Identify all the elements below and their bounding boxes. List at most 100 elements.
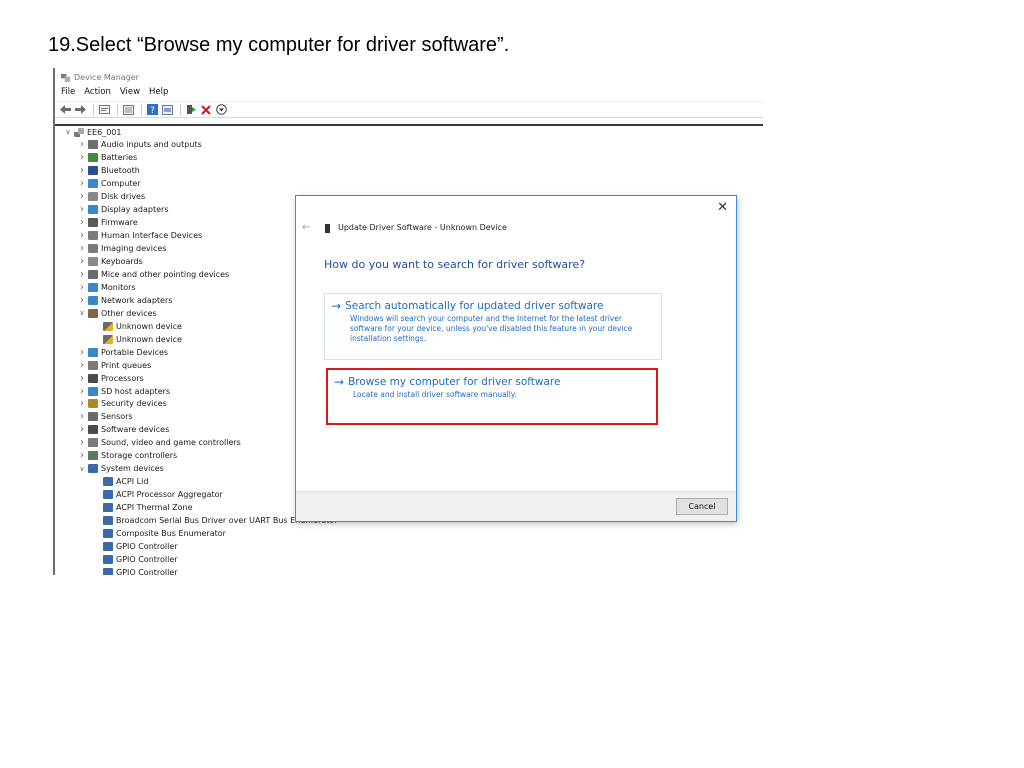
tree-category-item[interactable]: › Sensors	[77, 411, 133, 423]
tree-category-item[interactable]: › SD host adapters	[77, 385, 170, 397]
tree-category-item[interactable]: › Human Interface Devices	[77, 230, 202, 242]
menu-file[interactable]: File	[61, 87, 75, 97]
tree-item-label: Keyboards	[101, 257, 143, 266]
tree-category-item[interactable]: ∨ System devices	[77, 463, 164, 475]
tree-item-label: Human Interface Devices	[101, 231, 203, 241]
chevron-right-icon[interactable]: ›	[77, 424, 87, 435]
chevron-right-icon[interactable]: ›	[77, 373, 87, 384]
chevron-right-icon[interactable]: ›	[77, 282, 87, 293]
tree-child-item[interactable]: GPIO Controller	[102, 553, 178, 565]
dialog-question: How do you want to search for driver sof…	[324, 258, 586, 271]
tree-item-label: Composite Bus Enumerator	[116, 528, 226, 538]
view-icon[interactable]	[122, 104, 134, 116]
chevron-right-icon[interactable]: ›	[77, 360, 87, 371]
tree-category-item[interactable]: › Portable Devices	[77, 346, 168, 358]
menu-help[interactable]: Help	[149, 87, 168, 97]
download-icon[interactable]	[215, 104, 227, 116]
chevron-right-icon[interactable]: ›	[77, 386, 87, 397]
tree-child-item[interactable]: ACPI Processor Aggregator	[102, 489, 223, 501]
tree-category-item[interactable]: › Keyboards	[77, 256, 143, 268]
tree-item-label: Imaging devices	[101, 244, 167, 254]
chevron-right-icon[interactable]: ›	[77, 347, 87, 358]
tree-root[interactable]: ∨ EE6_001	[63, 126, 121, 138]
chevron-right-icon[interactable]: ›	[77, 243, 87, 254]
chevron-right-icon[interactable]: ›	[77, 398, 87, 409]
close-icon[interactable]: ✕	[717, 200, 728, 215]
search-automatically-option[interactable]: → Search automatically for updated drive…	[324, 293, 662, 360]
tree-category-item[interactable]: › Audio inputs and outputs	[77, 139, 202, 151]
tree-category-item[interactable]: › Network adapters	[77, 294, 172, 306]
cancel-button[interactable]: Cancel	[676, 498, 728, 515]
menu-bar: File Action View Help	[61, 85, 168, 99]
tree-category-item[interactable]: › Sound, video and game controllers	[77, 437, 241, 449]
tree-category-item[interactable]: › Software devices	[77, 424, 169, 436]
chevron-right-icon[interactable]: ›	[77, 191, 87, 202]
mouse-icon	[88, 269, 98, 279]
chevron-down-icon[interactable]: ∨	[77, 465, 87, 473]
chevron-right-icon[interactable]: ›	[77, 269, 87, 280]
chevron-right-icon[interactable]: ›	[77, 437, 87, 448]
toolbar-separator	[117, 104, 118, 115]
back-icon[interactable]	[59, 104, 71, 116]
chevron-right-icon[interactable]: ›	[77, 152, 87, 163]
menu-action[interactable]: Action	[84, 87, 111, 97]
tree-category-item[interactable]: › Monitors	[77, 281, 136, 293]
tree-child-item[interactable]: GPIO Controller	[102, 566, 178, 575]
scan-icon[interactable]	[161, 104, 173, 116]
browse-my-computer-option[interactable]: → Browse my computer for driver software…	[326, 368, 658, 425]
tree-item-label: Monitors	[101, 282, 136, 292]
tree-category-item[interactable]: › Display adapters	[77, 204, 169, 216]
tree-category-item[interactable]: › Computer	[77, 178, 141, 190]
chevron-right-icon[interactable]: ›	[77, 204, 87, 215]
tree-category-item[interactable]: › Storage controllers	[77, 450, 177, 462]
chevron-down-icon[interactable]: ∨	[77, 309, 87, 317]
menu-view[interactable]: View	[120, 87, 140, 97]
tree-child-item[interactable]: Composite Bus Enumerator	[102, 527, 226, 539]
warning-device-icon	[103, 321, 113, 331]
option-auto-description: Windows will search your computer and th…	[350, 314, 633, 343]
printer-icon	[88, 360, 98, 370]
tree-child-item[interactable]: Unknown device	[102, 320, 182, 332]
chevron-right-icon[interactable]: ›	[77, 450, 87, 461]
tree-item-label: Disk drives	[101, 192, 146, 202]
chevron-down-icon[interactable]: ∨	[63, 128, 73, 136]
tree-category-item[interactable]: › Security devices	[77, 398, 167, 410]
folder-icon	[103, 490, 113, 500]
tree-item-label: Portable Devices	[101, 347, 169, 357]
tree-category-item[interactable]: › Batteries	[77, 152, 137, 164]
chevron-right-icon[interactable]: ›	[77, 295, 87, 306]
folder-icon	[103, 528, 113, 538]
chevron-right-icon[interactable]: ›	[77, 139, 87, 150]
back-arrow-icon[interactable]: ←	[302, 222, 310, 233]
update-driver-icon[interactable]	[185, 104, 197, 116]
tree-category-item[interactable]: › Bluetooth	[77, 165, 140, 177]
chevron-right-icon[interactable]: ›	[77, 411, 87, 422]
forward-icon[interactable]	[74, 104, 86, 116]
tree-child-item[interactable]: ACPI Lid	[102, 476, 148, 488]
tree-category-item[interactable]: ∨ Other devices	[77, 307, 157, 319]
tree-item-label: Other devices	[101, 308, 157, 318]
tree-category-item[interactable]: › Imaging devices	[77, 243, 167, 255]
tree-item-label: Computer	[101, 179, 141, 189]
tree-child-item[interactable]: ACPI Thermal Zone	[102, 502, 193, 514]
tree-category-item[interactable]: › Mice and other pointing devices	[77, 268, 229, 280]
chevron-right-icon[interactable]: ›	[77, 178, 87, 189]
tree-category-item[interactable]: › Print queues	[77, 359, 151, 371]
tree-child-item[interactable]: GPIO Controller	[102, 540, 178, 552]
tree-child-item[interactable]: Unknown device	[102, 333, 182, 345]
tree-category-item[interactable]: › Firmware	[77, 217, 138, 229]
tree-item-label: Display adapters	[101, 205, 169, 215]
device-manager-icon	[61, 73, 70, 82]
tree-category-item[interactable]: › Disk drives	[77, 191, 145, 203]
bluetooth-icon	[88, 166, 98, 176]
folder-icon	[103, 477, 113, 487]
chevron-right-icon[interactable]: ›	[77, 256, 87, 267]
tree-category-item[interactable]: › Processors	[77, 372, 144, 384]
chevron-right-icon[interactable]: ›	[77, 217, 87, 228]
uninstall-icon[interactable]	[200, 104, 212, 116]
security-icon	[88, 399, 98, 409]
properties-icon[interactable]	[98, 104, 110, 116]
chevron-right-icon[interactable]: ›	[77, 230, 87, 241]
help-icon[interactable]: ?	[146, 104, 158, 116]
chevron-right-icon[interactable]: ›	[77, 165, 87, 176]
